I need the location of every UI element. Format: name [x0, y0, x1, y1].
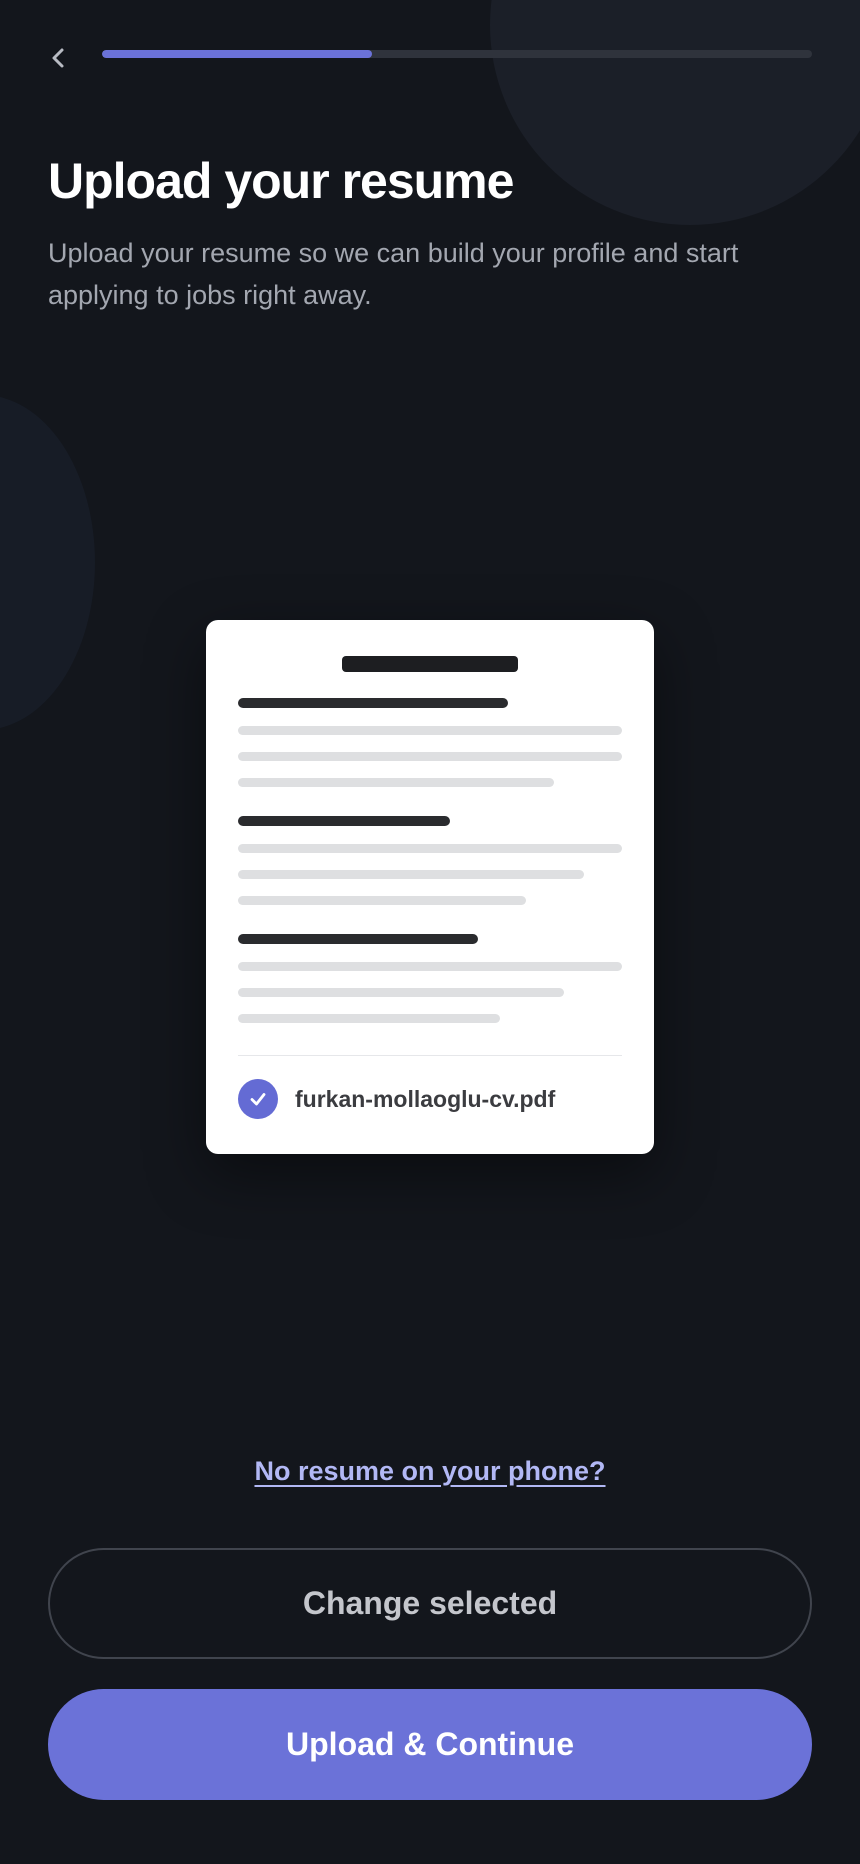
back-button[interactable]: [38, 38, 78, 78]
upload-continue-button[interactable]: Upload & Continue: [48, 1689, 812, 1800]
selected-file-row: furkan-mollaoglu-cv.pdf: [238, 1079, 555, 1119]
check-circle-icon: [238, 1079, 278, 1119]
page-title: Upload your resume: [48, 153, 514, 209]
file-name: furkan-mollaoglu-cv.pdf: [295, 1085, 556, 1112]
resume-text-line: [238, 844, 622, 853]
background-circle-top: [490, 0, 860, 225]
resume-text-line: [238, 988, 564, 997]
background-circle-left: [0, 395, 95, 730]
progress-bar-fill: [102, 50, 372, 58]
upload-resume-screen: Upload your resume Upload your resume so…: [0, 0, 860, 1864]
no-resume-link[interactable]: No resume on your phone?: [0, 1456, 860, 1487]
resume-text-line: [238, 752, 622, 761]
resume-title-line: [342, 656, 518, 672]
card-divider: [238, 1055, 622, 1056]
chevron-left-icon: [52, 48, 64, 68]
resume-text-line: [238, 962, 622, 971]
progress-bar: [102, 50, 812, 58]
resume-text-line: [238, 1014, 500, 1023]
resume-text-line: [238, 778, 554, 787]
resume-section-heading: [238, 816, 450, 826]
resume-text-line: [238, 726, 622, 735]
page-subtitle: Upload your resume so we can build your …: [48, 238, 739, 310]
resume-text-line: [238, 870, 584, 879]
resume-text-line: [238, 896, 526, 905]
change-selected-button[interactable]: Change selected: [48, 1548, 812, 1659]
resume-section-heading: [238, 698, 508, 708]
resume-preview-card: furkan-mollaoglu-cv.pdf: [206, 620, 654, 1154]
resume-section-heading: [238, 934, 478, 944]
